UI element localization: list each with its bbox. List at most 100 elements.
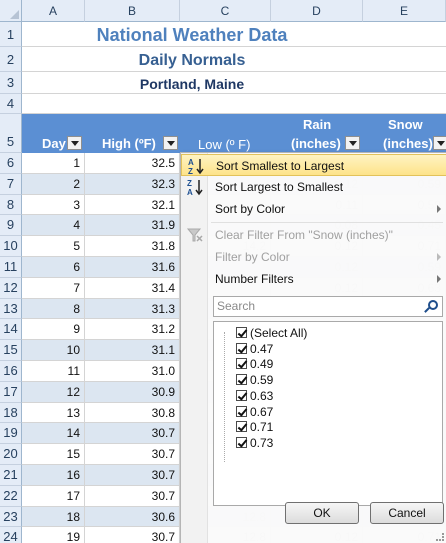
cell-high[interactable]: 31.0 <box>85 361 180 381</box>
row-header-5[interactable]: 5 <box>0 114 22 153</box>
row-header-7[interactable]: 7 <box>0 173 22 195</box>
checkbox-checked-icon[interactable] <box>236 358 247 370</box>
cell-day[interactable]: 17 <box>22 485 85 506</box>
checkbox-checked-icon[interactable] <box>236 327 247 338</box>
cell-day[interactable]: 3 <box>22 194 85 215</box>
row-header-3[interactable]: 3 <box>0 72 22 94</box>
cell-day[interactable]: 18 <box>22 506 85 527</box>
cell-day[interactable]: 1 <box>22 153 85 173</box>
row-header-17[interactable]: 17 <box>0 381 22 403</box>
cell-high[interactable]: 31.1 <box>85 340 180 360</box>
resize-grip-icon[interactable] <box>436 533 444 541</box>
filter-value-item[interactable]: 0.71 <box>236 419 273 435</box>
filter-search-input[interactable]: Search <box>213 296 443 317</box>
column-header-d[interactable]: D <box>271 0 363 22</box>
row-header-6[interactable]: 6 <box>0 153 22 174</box>
filter-value-item[interactable]: 0.73 <box>236 435 273 451</box>
row-header-8[interactable]: 8 <box>0 194 22 216</box>
row-header-21[interactable]: 21 <box>0 465 22 486</box>
svg-text:Z: Z <box>187 179 192 188</box>
cell-high[interactable]: 32.5 <box>85 153 180 173</box>
checkbox-checked-icon[interactable] <box>236 421 247 433</box>
cell-high[interactable]: 31.4 <box>85 277 180 298</box>
checkbox-checked-icon[interactable] <box>236 389 247 401</box>
filter-dropdown-snow[interactable] <box>433 136 446 150</box>
filter-value-item[interactable]: 0.67 <box>236 404 273 420</box>
cell-high[interactable]: 30.9 <box>85 381 180 402</box>
cell-day[interactable]: 13 <box>22 402 85 423</box>
cell-day[interactable]: 9 <box>22 319 85 340</box>
cell-day[interactable]: 19 <box>22 527 85 543</box>
menu-item-sort-by-color[interactable]: Sort by Color <box>181 198 446 220</box>
menu-item-clear-filter[interactable]: Clear Filter From "Snow (inches)" <box>181 224 446 246</box>
row-header-22[interactable]: 22 <box>0 485 22 507</box>
cell-high[interactable]: 30.6 <box>85 506 180 527</box>
cell-high[interactable]: 31.3 <box>85 298 180 319</box>
cell-high[interactable]: 30.8 <box>85 402 180 423</box>
column-header-e[interactable]: E <box>363 0 446 22</box>
column-header-c[interactable]: C <box>180 0 271 22</box>
row-header-18[interactable]: 18 <box>0 402 22 424</box>
row-header-20[interactable]: 20 <box>0 444 22 465</box>
filter-value-item[interactable]: 0.49 <box>236 356 273 372</box>
checkbox-checked-icon[interactable] <box>236 374 247 386</box>
cell-day[interactable]: 11 <box>22 361 85 381</box>
row-header-11[interactable]: 11 <box>0 257 22 278</box>
filter-value-item[interactable]: 0.59 <box>236 372 273 388</box>
row-header-13[interactable]: 13 <box>0 298 22 320</box>
cancel-button[interactable]: Cancel <box>370 502 444 524</box>
row-header-4[interactable]: 4 <box>0 94 22 114</box>
cell-high[interactable]: 30.7 <box>85 465 180 485</box>
row-header-23[interactable]: 23 <box>0 506 22 528</box>
cell-day[interactable]: 2 <box>22 173 85 194</box>
checkbox-checked-icon[interactable] <box>236 436 247 448</box>
row-header-9[interactable]: 9 <box>0 215 22 237</box>
row-header-15[interactable]: 15 <box>0 340 22 361</box>
filter-dropdown-high[interactable] <box>163 136 178 150</box>
filter-dropdown-day[interactable] <box>67 136 82 150</box>
row-header-24[interactable]: 24 <box>0 527 22 543</box>
cell-day[interactable]: 5 <box>22 236 85 256</box>
cell-day[interactable]: 6 <box>22 257 85 277</box>
cell-day[interactable]: 16 <box>22 465 85 485</box>
cell-day[interactable]: 14 <box>22 423 85 444</box>
cell-day[interactable]: 12 <box>22 381 85 402</box>
row-header-14[interactable]: 14 <box>0 319 22 341</box>
cell-high[interactable]: 31.2 <box>85 319 180 340</box>
cell-high[interactable]: 32.1 <box>85 194 180 215</box>
filter-select-all[interactable]: (Select All) <box>236 325 307 341</box>
cell-day[interactable]: 4 <box>22 215 85 236</box>
row-header-2[interactable]: 2 <box>0 47 22 72</box>
cell-high[interactable]: 30.7 <box>85 485 180 506</box>
row-header-10[interactable]: 10 <box>0 236 22 257</box>
filter-dropdown-rain[interactable] <box>345 136 360 150</box>
cell-high[interactable]: 30.7 <box>85 444 180 464</box>
cell-high[interactable]: 31.6 <box>85 257 180 277</box>
select-all-corner[interactable] <box>0 0 22 22</box>
menu-item-filter-by-color[interactable]: Filter by Color <box>181 246 446 268</box>
menu-item-sort-descending[interactable]: Z A Sort Largest to Smallest <box>181 176 446 198</box>
checkbox-checked-icon[interactable] <box>236 342 247 354</box>
row-header-12[interactable]: 12 <box>0 277 22 299</box>
cell-high[interactable]: 30.7 <box>85 423 180 444</box>
cell-high[interactable]: 32.3 <box>85 173 180 194</box>
cell-day[interactable]: 7 <box>22 277 85 298</box>
row-header-1[interactable]: 1 <box>0 22 22 47</box>
row-header-19[interactable]: 19 <box>0 423 22 445</box>
ok-button[interactable]: OK <box>285 502 359 524</box>
cell-high[interactable]: 31.8 <box>85 236 180 256</box>
column-header-a[interactable]: A <box>22 0 85 22</box>
header-day: Day <box>22 114 85 153</box>
filter-value-item[interactable]: 0.63 <box>236 388 273 404</box>
cell-day[interactable]: 8 <box>22 298 85 319</box>
column-header-b[interactable]: B <box>85 0 180 22</box>
cell-high[interactable]: 31.9 <box>85 215 180 236</box>
cell-day[interactable]: 15 <box>22 444 85 464</box>
cell-high[interactable]: 30.7 <box>85 527 180 543</box>
filter-value-item[interactable]: 0.47 <box>236 341 273 357</box>
cell-day[interactable]: 10 <box>22 340 85 360</box>
menu-item-sort-ascending[interactable]: A Z Sort Smallest to Largest <box>181 154 446 176</box>
checkbox-checked-icon[interactable] <box>236 405 247 417</box>
row-header-16[interactable]: 16 <box>0 361 22 382</box>
menu-item-number-filters[interactable]: Number Filters <box>181 268 446 290</box>
